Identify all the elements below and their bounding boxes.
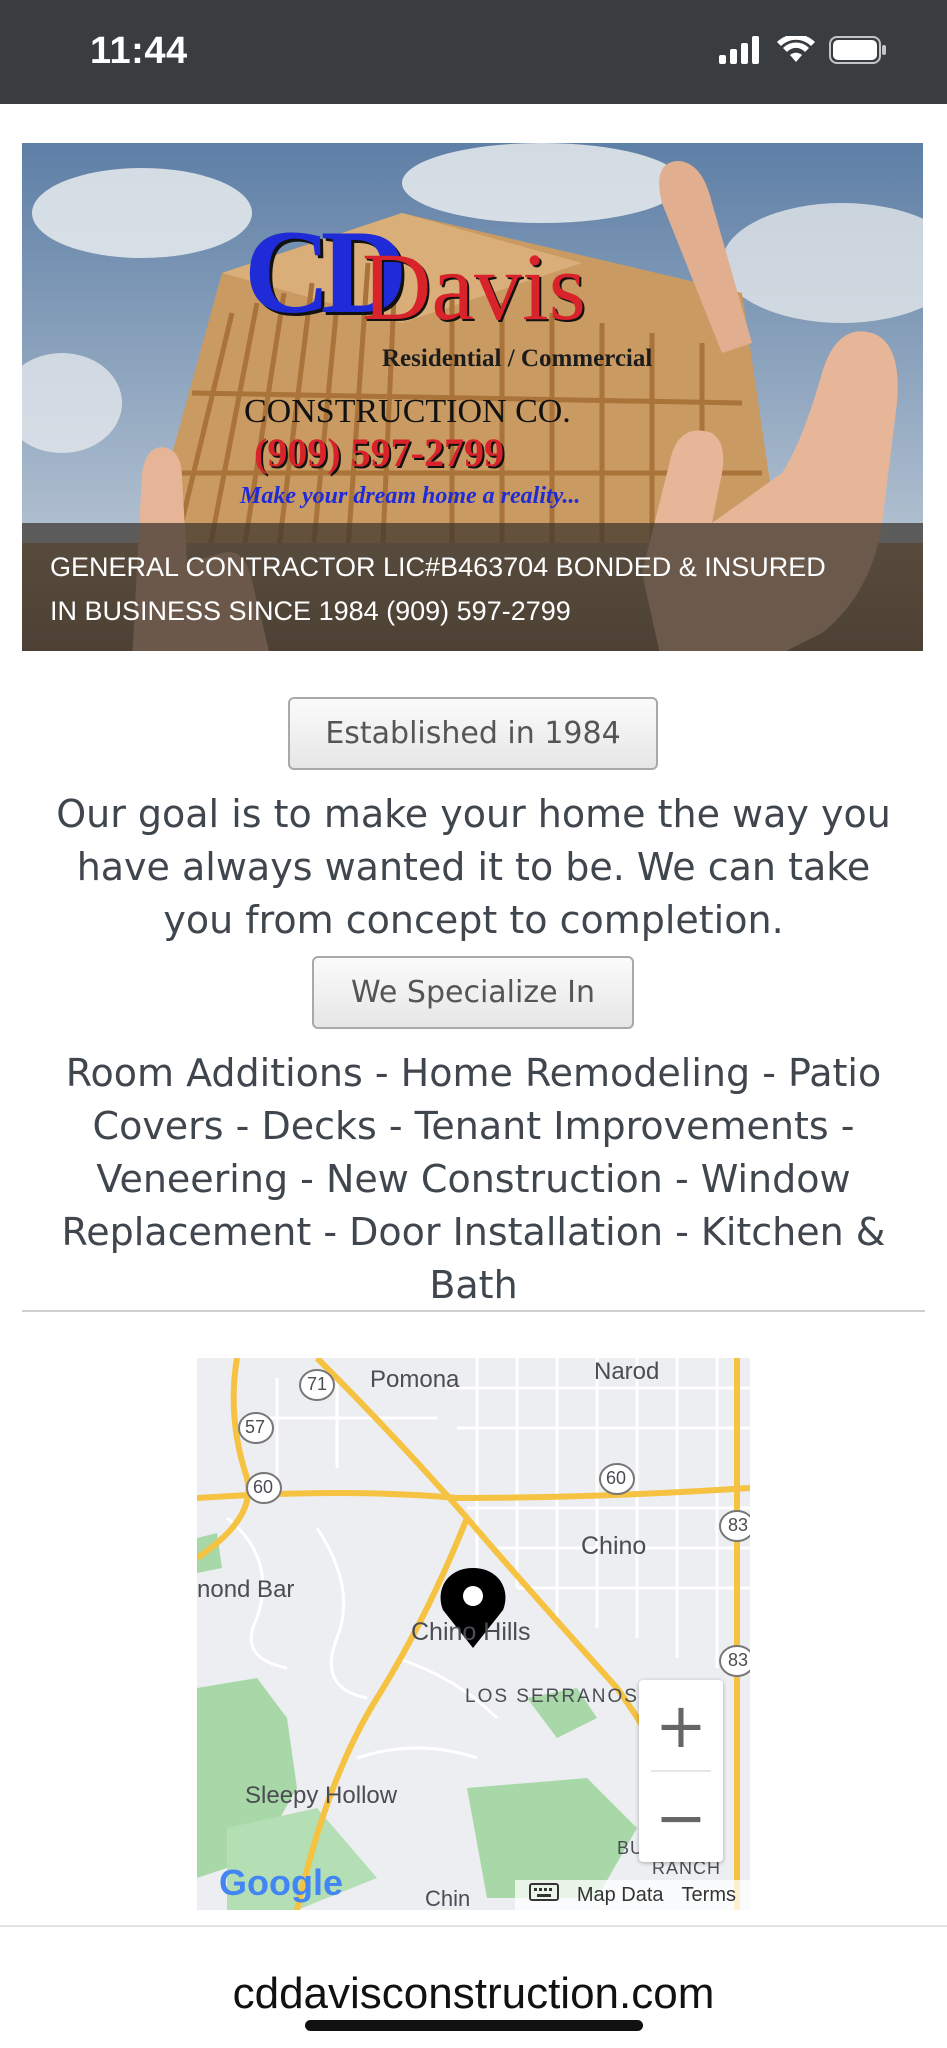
zoom-out-button[interactable]: − bbox=[639, 1772, 723, 1862]
wifi-icon bbox=[777, 36, 815, 62]
logo-company: CONSTRUCTION CO. bbox=[244, 393, 571, 430]
route-60b-label: 60 bbox=[606, 1468, 627, 1488]
services-text: Room Additions - Home Remodeling - Patio… bbox=[61, 1051, 886, 1307]
logo-tagline: Make your dream home a reality... bbox=[240, 483, 581, 509]
url-text[interactable]: cddavisconstruction.com bbox=[0, 1969, 947, 2019]
place-los-serranos: LOS SERRANOS bbox=[465, 1686, 639, 1707]
status-bar: 11:44 bbox=[0, 0, 947, 104]
battery-icon bbox=[829, 36, 886, 64]
logo-subtitle: Residential / Commercial bbox=[382, 345, 653, 372]
place-pomona: Pomona bbox=[370, 1366, 460, 1393]
place-narod: Narod bbox=[594, 1358, 660, 1385]
route-57-label: 57 bbox=[245, 1417, 266, 1437]
logo-phone: (909) 597-2799 bbox=[254, 430, 504, 475]
status-time: 11:44 bbox=[90, 30, 188, 72]
hero-caption: GENERAL CONTRACTOR LIC#B463704 BONDED & … bbox=[22, 523, 923, 651]
cellular-signal-icon bbox=[719, 36, 759, 64]
terms-link[interactable]: Terms bbox=[682, 1884, 736, 1907]
route-83a-label: 83 bbox=[728, 1515, 749, 1535]
place-diamond-bar: nond Bar bbox=[197, 1576, 295, 1603]
goal-text: Our goal is to make your home the way yo… bbox=[56, 792, 891, 942]
place-sleepy-hollow: Sleepy Hollow bbox=[245, 1782, 398, 1809]
status-icons bbox=[719, 36, 887, 64]
map-footer: Map Data Terms bbox=[514, 1880, 750, 1910]
route-83b-label: 83 bbox=[728, 1650, 749, 1670]
established-badge: Established in 1984 bbox=[288, 697, 658, 770]
place-chino: Chino bbox=[581, 1532, 647, 1560]
google-logo[interactable]: Google bbox=[219, 1862, 343, 1904]
caption-since: IN BUSINESS SINCE 1984 (909) 597-2799 bbox=[50, 596, 571, 626]
section-divider bbox=[22, 1310, 925, 1312]
place-chino-bottom: Chin bbox=[425, 1886, 471, 1910]
home-indicator[interactable] bbox=[305, 2020, 643, 2031]
map-data-link[interactable]: Map Data bbox=[577, 1884, 664, 1907]
specialize-badge: We Specialize In bbox=[312, 956, 634, 1029]
place-chino-hills: Chino Hills bbox=[411, 1618, 531, 1646]
route-60a-label: 60 bbox=[253, 1477, 274, 1497]
route-71-label: 71 bbox=[307, 1374, 328, 1394]
location-map[interactable]: 71 57 60 60 83 83 Pomona Narod Chino non… bbox=[197, 1358, 750, 1910]
zoom-in-button[interactable]: + bbox=[639, 1680, 723, 1770]
caption-license: GENERAL CONTRACTOR LIC#B463704 BONDED & … bbox=[50, 552, 826, 582]
logo-davis: Davis bbox=[362, 233, 586, 340]
hero-banner: CD Davis Residential / Commercial CONSTR… bbox=[22, 143, 923, 651]
map-zoom-control: + − bbox=[639, 1680, 723, 1862]
keyboard-icon[interactable] bbox=[528, 1883, 559, 1907]
